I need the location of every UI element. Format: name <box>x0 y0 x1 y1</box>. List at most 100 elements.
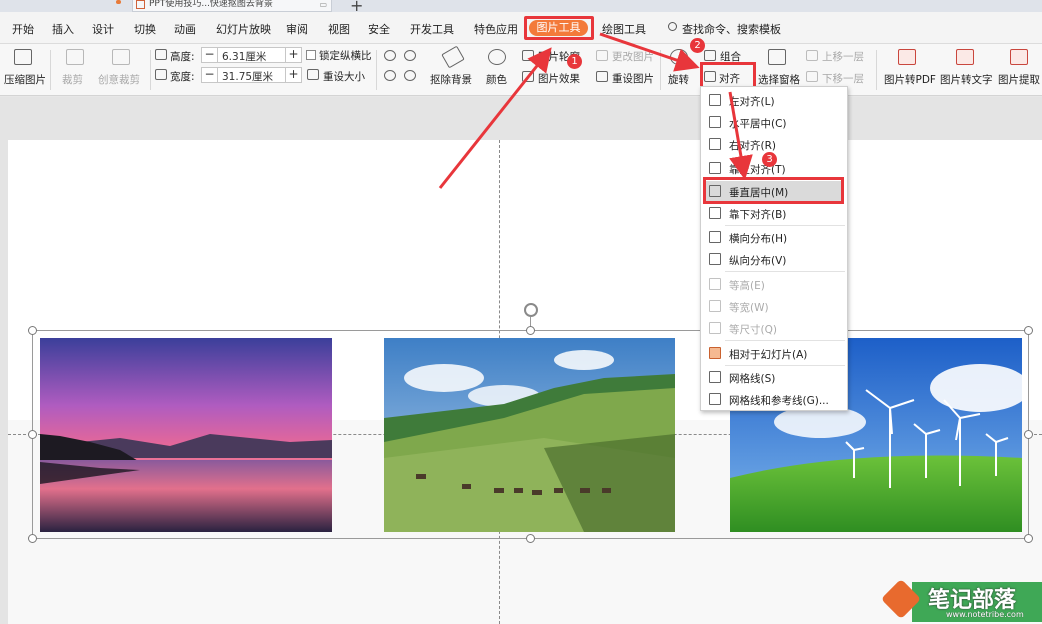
height-icon <box>155 49 167 60</box>
height-stepper[interactable]: − 6.31厘米 + <box>201 47 302 63</box>
contrast-down-icon[interactable] <box>404 70 416 81</box>
wps-presentation-window: PPT使用技巧...快速抠图去背景 ▭ + 开始 插入 设计 切换 动画 幻灯片… <box>0 0 1042 624</box>
width-increase-button[interactable]: + <box>285 68 301 82</box>
menu-item-distribute-horizontal[interactable]: 横向分布(H) <box>701 227 847 247</box>
resize-handle-left[interactable] <box>28 430 37 439</box>
picture-to-pdf-button[interactable]: 图片转PDF <box>884 72 936 87</box>
tab-special[interactable]: 特色应用 <box>474 21 518 37</box>
menu-item-align-left[interactable]: 左对齐(L) <box>701 90 847 110</box>
resize-handle-top-right[interactable] <box>1024 326 1033 335</box>
menu-item-align-right[interactable]: 右对齐(R) <box>701 134 847 154</box>
menu-item-label: 纵向分布(V) <box>729 255 787 267</box>
align-top-icon <box>709 162 721 174</box>
tab-transition[interactable]: 切换 <box>134 21 156 37</box>
menu-item-distribute-vertical[interactable]: 纵向分布(V) <box>701 249 847 269</box>
width-stepper[interactable]: − 31.75厘米 + <box>201 67 302 83</box>
group-icon <box>704 50 716 61</box>
picture-tools-label: 图片工具 <box>529 20 588 36</box>
rotate-button[interactable]: 旋转 <box>668 72 689 87</box>
tab-home[interactable]: 开始 <box>12 21 34 37</box>
ribbon-divider <box>50 50 51 90</box>
height-decrease-button[interactable]: − <box>202 48 218 62</box>
rotate-handle-icon[interactable] <box>524 303 538 317</box>
menu-item-align-center[interactable]: 水平居中(C) <box>701 112 847 132</box>
menu-item-align-bottom[interactable]: 靠下对齐(B) <box>701 203 847 223</box>
ribbon-divider <box>376 50 377 90</box>
bring-forward-icon <box>806 50 818 61</box>
brightness-down-icon[interactable] <box>384 70 396 81</box>
document-tab[interactable]: PPT使用技巧...快速抠图去背景 ▭ <box>132 0 332 12</box>
reset-picture-button[interactable]: 重设图片 <box>612 71 654 86</box>
selection-pane-button[interactable]: 选择窗格 <box>758 72 800 87</box>
menu-item-same-width[interactable]: 等宽(W) <box>701 296 847 316</box>
align-bottom-icon <box>709 207 721 219</box>
resize-handle-bottom-right[interactable] <box>1024 534 1033 543</box>
menu-item-gridlines-guides[interactable]: 网格线和参考线(G)... <box>701 389 847 409</box>
width-value[interactable]: 31.75厘米 <box>222 69 273 84</box>
menu-item-gridlines[interactable]: 网格线(S) <box>701 367 847 387</box>
tab-picture-tools[interactable]: 图片工具 <box>524 16 594 40</box>
menu-item-label: 等宽(W) <box>729 302 769 314</box>
tab-security[interactable]: 安全 <box>368 21 390 37</box>
picture-effect-button[interactable]: 图片效果 <box>538 71 580 86</box>
menu-divider <box>725 365 845 366</box>
menu-item-relative-to-slide[interactable]: 相对于幻灯片(A) <box>701 343 847 363</box>
menu-divider <box>725 271 845 272</box>
creative-crop-button[interactable]: 创意裁剪 <box>98 72 140 87</box>
tab-developer[interactable]: 开发工具 <box>410 21 454 37</box>
tab-animation[interactable]: 动画 <box>174 21 196 37</box>
tab-review[interactable]: 审阅 <box>286 21 308 37</box>
menu-item-same-height[interactable]: 等高(E) <box>701 274 847 294</box>
command-search[interactable]: 查找命令、搜索模板 <box>682 21 781 37</box>
tab-drawing-tools[interactable]: 绘图工具 <box>602 21 646 37</box>
contrast-up-icon[interactable] <box>404 50 416 61</box>
tab-design[interactable]: 设计 <box>92 21 114 37</box>
vertical-center-highlight <box>703 177 844 204</box>
gridlines-guides-icon <box>709 393 721 405</box>
picture-extract-button[interactable]: 图片提取 <box>998 72 1040 87</box>
resize-handle-bottom-left[interactable] <box>28 534 37 543</box>
menu-divider <box>725 340 845 341</box>
resize-handle-right[interactable] <box>1024 430 1033 439</box>
height-label: 高度: <box>170 51 195 63</box>
resize-handle-top-left[interactable] <box>28 326 37 335</box>
selection-box[interactable] <box>32 330 1029 539</box>
height-increase-button[interactable]: + <box>285 48 301 62</box>
search-icon[interactable] <box>668 22 677 31</box>
relative-to-slide-icon <box>709 347 721 359</box>
resize-handle-bottom[interactable] <box>526 534 535 543</box>
menu-item-label: 等高(E) <box>729 280 765 292</box>
menu-item-label: 网格线和参考线(G)... <box>729 395 829 407</box>
menu-item-label: 网格线(S) <box>729 373 776 385</box>
reset-size-button[interactable]: 重设大小 <box>323 69 365 84</box>
reset-size-icon <box>307 69 319 80</box>
step-badge-1: 1 <box>567 54 582 69</box>
align-dropdown-menu: 左对齐(L) 水平居中(C) 右对齐(R) 靠上对齐(T) 垂直居中(M) 靠下… <box>700 86 848 411</box>
picture-tools-ribbon: 压缩图片 裁剪 创意裁剪 高度: − 6.31厘米 + 宽度: − 31.75厘… <box>0 44 1042 96</box>
pin-icon[interactable]: ▭ <box>319 0 327 9</box>
crop-button[interactable]: 裁剪 <box>62 72 83 87</box>
tab-insert[interactable]: 插入 <box>52 21 74 37</box>
remove-background-button[interactable]: 抠除背景 <box>430 72 472 87</box>
brightness-up-icon[interactable] <box>384 50 396 61</box>
rotate-icon <box>670 49 688 65</box>
app-status-dot <box>116 0 121 4</box>
tab-view[interactable]: 视图 <box>328 21 350 37</box>
selection-pane-icon <box>768 49 786 65</box>
lock-ratio-checkbox[interactable] <box>306 50 316 60</box>
bring-forward-button[interactable]: 上移一层 <box>822 49 864 64</box>
change-picture-button[interactable]: 更改图片 <box>612 49 654 64</box>
menu-item-same-size[interactable]: 等尺寸(Q) <box>701 318 847 338</box>
compress-picture-button[interactable]: 压缩图片 <box>4 72 46 87</box>
picture-extract-icon <box>1010 49 1028 65</box>
menu-item-label: 靠上对齐(T) <box>729 164 786 176</box>
height-value[interactable]: 6.31厘米 <box>222 49 266 64</box>
send-backward-button[interactable]: 下移一层 <box>822 71 864 86</box>
picture-effect-icon <box>522 71 534 82</box>
watermark: 笔记部落 www.notetribe.com <box>880 578 1042 622</box>
resize-handle-top[interactable] <box>526 326 535 335</box>
width-decrease-button[interactable]: − <box>202 68 218 82</box>
picture-to-text-button[interactable]: 图片转文字 <box>940 72 993 87</box>
color-button[interactable]: 颜色 <box>486 72 507 87</box>
tab-slideshow[interactable]: 幻灯片放映 <box>216 21 271 37</box>
